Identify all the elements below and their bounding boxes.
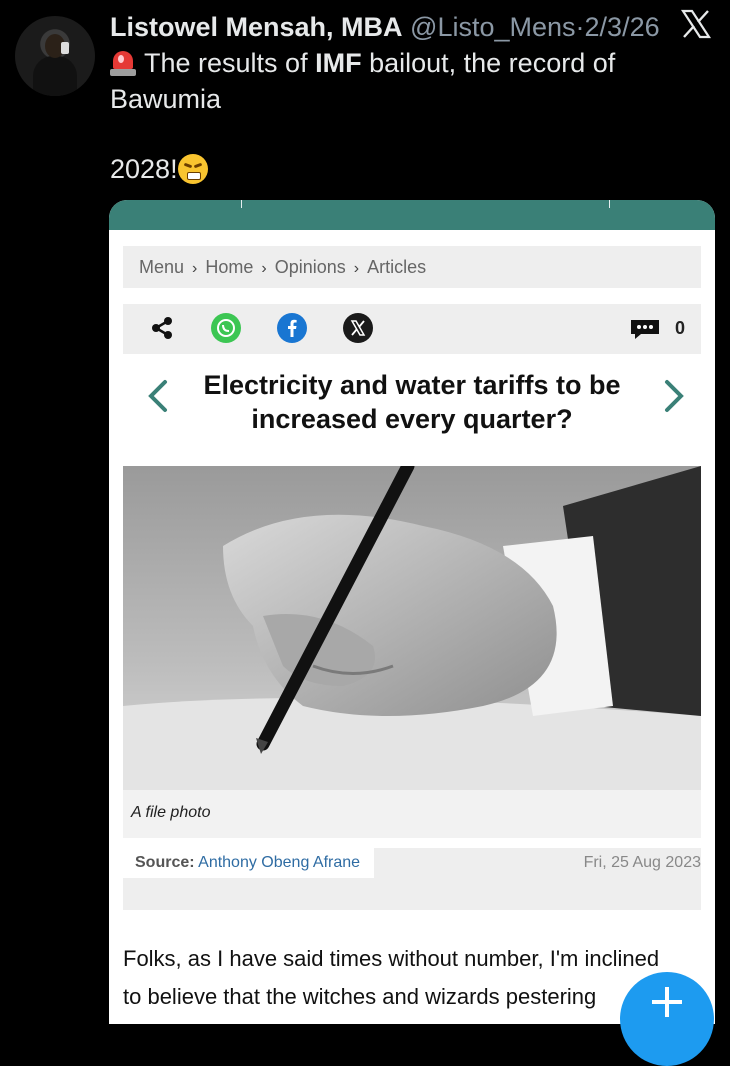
breadcrumb: Menu › Home › Opinions › Articles xyxy=(123,246,701,288)
article-headline: Electricity and water tariffs to be incr… xyxy=(169,368,655,436)
tweet-text-line-3: 2028! xyxy=(110,152,208,186)
headline-line: increased every quarter? xyxy=(251,404,573,434)
tweet-text-part: 2028! xyxy=(110,154,178,184)
face-with-steam-icon xyxy=(177,154,208,184)
comment-icon[interactable] xyxy=(629,318,661,340)
comment-count: 0 xyxy=(675,318,686,338)
plus-icon xyxy=(665,987,669,1017)
breadcrumb-item[interactable]: Articles xyxy=(367,257,426,277)
share-icon[interactable] xyxy=(147,313,177,343)
source-box: Source: Anthony Obeng Afrane Fri, 25 Aug… xyxy=(123,848,701,910)
site-top-bar xyxy=(109,200,715,230)
header-separator: · xyxy=(575,12,585,42)
photo-caption: A file photo xyxy=(131,804,211,821)
breadcrumb-item[interactable]: Home xyxy=(205,257,253,277)
source-label: Source: xyxy=(135,854,195,871)
breadcrumb-item[interactable]: Menu xyxy=(139,257,184,277)
tweet-text-line-2: Bawumia xyxy=(110,84,222,114)
source-pill: Source: Anthony Obeng Afrane xyxy=(123,848,375,878)
headline-line: Electricity and water tariffs to be xyxy=(203,370,621,400)
x-share-icon[interactable] xyxy=(343,313,373,343)
article-date: Fri, 25 Aug 2023 xyxy=(583,854,701,871)
article-body: Folks, as I have said times without numb… xyxy=(123,940,703,1016)
tweet-text-part: bailout, the record of xyxy=(361,48,616,78)
breadcrumb-separator: › xyxy=(353,260,360,277)
whatsapp-icon[interactable] xyxy=(211,313,241,343)
facebook-icon[interactable] xyxy=(277,313,307,343)
compose-button[interactable] xyxy=(620,972,714,1066)
source-author-link[interactable]: Anthony Obeng Afrane xyxy=(198,854,360,871)
author-name[interactable]: Listowel Mensah, MBA xyxy=(110,12,403,42)
caption-box: A file photo xyxy=(123,790,701,838)
siren-icon xyxy=(110,49,136,77)
tweet-date[interactable]: 2/3/26 xyxy=(585,12,660,42)
chevron-right-icon[interactable] xyxy=(659,376,689,416)
body-line: Folks, as I have said times without numb… xyxy=(123,946,660,971)
body-line: to believe that the witches and wizards … xyxy=(123,984,597,1009)
tweet-text-line-1: The results of IMF bailout, the record o… xyxy=(110,46,615,80)
article-photo xyxy=(123,466,701,790)
share-bar: 0 xyxy=(123,304,701,354)
breadcrumb-separator: › xyxy=(261,260,267,277)
tweet-text-part: The results of xyxy=(144,48,316,78)
avatar[interactable] xyxy=(15,16,95,96)
x-logo-icon[interactable] xyxy=(680,8,712,40)
author-handle[interactable]: @Listo_Mens xyxy=(410,12,575,42)
tweet-text-bold: IMF xyxy=(315,48,362,78)
breadcrumb-separator: › xyxy=(192,260,198,277)
tweet-header: Listowel Mensah, MBA @Listo_Mens·2/3/26 xyxy=(110,12,720,48)
article-screenshot[interactable]: Menu › Home › Opinions › Articles 0 Electricit… xyxy=(109,200,715,1024)
breadcrumb-item[interactable]: Opinions xyxy=(275,257,346,277)
